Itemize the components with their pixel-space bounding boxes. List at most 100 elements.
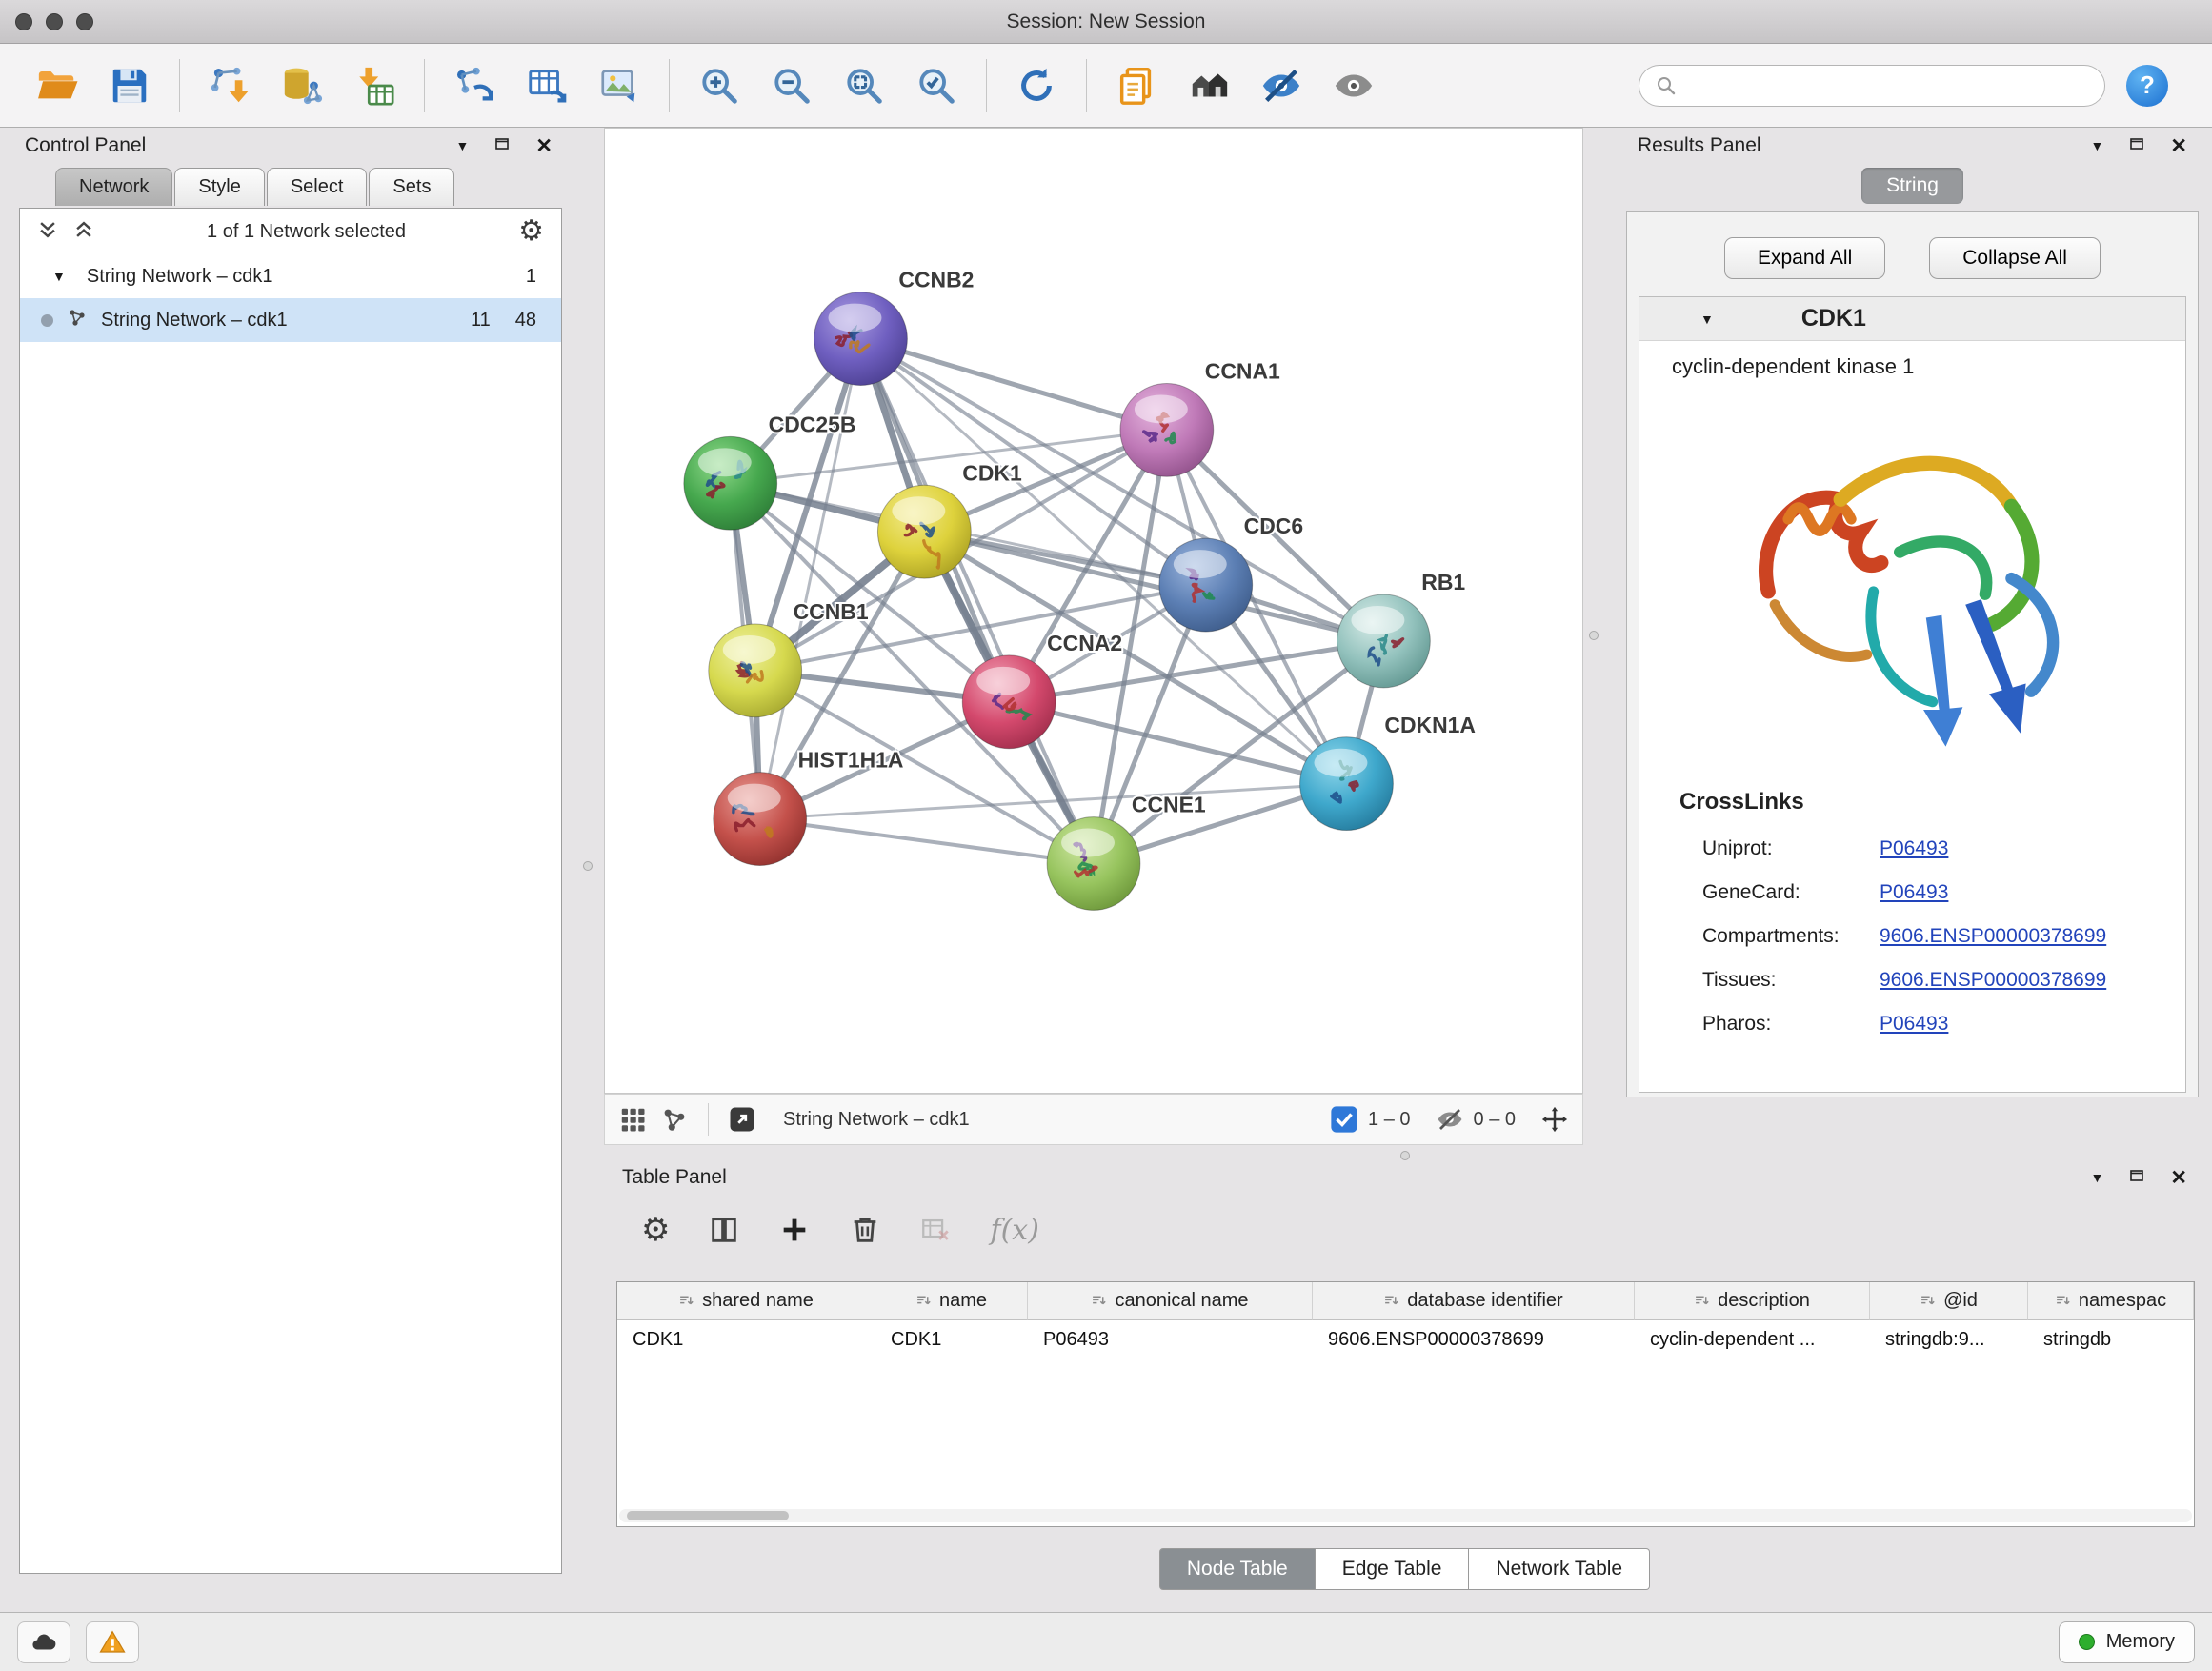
pan-crosshair-icon[interactable] bbox=[1540, 1105, 1569, 1134]
collapse-panel-icon[interactable]: ▼ bbox=[2091, 1170, 2104, 1185]
network-row-selected[interactable]: String Network – cdk1 11 48 bbox=[20, 298, 561, 342]
network-options-gear-icon[interactable]: ⚙ bbox=[518, 217, 544, 246]
collapse-all-networks-icon[interactable] bbox=[73, 219, 94, 245]
tab-edge-table[interactable]: Edge Table bbox=[1316, 1548, 1470, 1590]
open-session-button[interactable] bbox=[26, 54, 89, 117]
column-header[interactable]: shared name bbox=[617, 1282, 875, 1320]
float-panel-icon[interactable] bbox=[493, 134, 511, 157]
table-cell[interactable]: 9606.ENSP00000378699 bbox=[1313, 1320, 1635, 1359]
show-columns-icon[interactable] bbox=[708, 1214, 740, 1246]
table-cell[interactable]: cyclin-dependent ... bbox=[1635, 1320, 1870, 1359]
zoom-selected-button[interactable] bbox=[905, 54, 968, 117]
toolbar-separator bbox=[669, 59, 670, 112]
network-node-CDK1[interactable]: CDK1 bbox=[877, 460, 1022, 578]
crosslink-value-link[interactable]: 9606.ENSP00000378699 bbox=[1880, 925, 2106, 948]
zoom-window-button[interactable] bbox=[76, 13, 93, 30]
collapse-panel-icon[interactable]: ▼ bbox=[2091, 138, 2104, 153]
hide-selected-button[interactable] bbox=[1250, 54, 1313, 117]
import-table-button[interactable] bbox=[343, 54, 406, 117]
table-options-gear-icon[interactable]: ⚙ bbox=[641, 1214, 670, 1246]
crosslink-value-link[interactable]: 9606.ENSP00000378699 bbox=[1880, 969, 2106, 992]
tab-network[interactable]: Network bbox=[55, 168, 172, 206]
float-panel-icon[interactable] bbox=[2128, 134, 2145, 157]
tab-string[interactable]: String bbox=[1861, 168, 1963, 204]
memory-button[interactable]: Memory bbox=[2059, 1621, 2195, 1663]
column-header[interactable]: namespac bbox=[2028, 1282, 2194, 1320]
table-cell[interactable]: CDK1 bbox=[617, 1320, 875, 1359]
zoom-out-button[interactable] bbox=[760, 54, 823, 117]
table-cell[interactable]: CDK1 bbox=[875, 1320, 1028, 1359]
expand-all-networks-icon[interactable] bbox=[37, 219, 58, 245]
tree-expander-icon[interactable]: ▼ bbox=[52, 269, 66, 284]
network-edge[interactable] bbox=[860, 339, 1094, 864]
save-session-button[interactable] bbox=[98, 54, 161, 117]
selection-checkbox-icon[interactable] bbox=[1330, 1105, 1358, 1134]
add-column-icon[interactable] bbox=[778, 1214, 811, 1246]
network-node-CDC6[interactable]: CDC6 bbox=[1159, 513, 1303, 632]
splitter-handle[interactable] bbox=[1400, 1151, 1410, 1160]
hidden-eye-slash-icon[interactable] bbox=[1436, 1105, 1464, 1134]
network-node-HIST1H1A[interactable]: HIST1H1A bbox=[714, 748, 904, 866]
cloud-status-button[interactable] bbox=[17, 1621, 70, 1663]
network-collection-row[interactable]: ▼ String Network – cdk1 1 bbox=[20, 254, 561, 298]
column-header[interactable]: @id bbox=[1870, 1282, 2028, 1320]
network-edge[interactable] bbox=[860, 339, 1166, 431]
network-node-CCNB1[interactable]: CCNB1 bbox=[709, 599, 869, 717]
close-panel-icon[interactable]: ✕ bbox=[535, 134, 553, 158]
column-header[interactable]: database identifier bbox=[1313, 1282, 1635, 1320]
network-node-CDKN1A[interactable]: CDKN1A bbox=[1300, 713, 1476, 831]
tab-node-table[interactable]: Node Table bbox=[1159, 1548, 1316, 1590]
crosslink-value-link[interactable]: P06493 bbox=[1880, 881, 1948, 904]
column-header[interactable]: canonical name bbox=[1028, 1282, 1313, 1320]
column-header[interactable]: name bbox=[875, 1282, 1028, 1320]
crosslink-value-link[interactable]: P06493 bbox=[1880, 837, 1948, 860]
crosslink-value-link[interactable]: P06493 bbox=[1880, 1013, 1948, 1036]
import-network-file-button[interactable] bbox=[198, 54, 261, 117]
tab-network-table[interactable]: Network Table bbox=[1469, 1548, 1650, 1590]
export-image-button[interactable] bbox=[588, 54, 651, 117]
zoom-fit-button[interactable] bbox=[833, 54, 895, 117]
export-view-icon[interactable] bbox=[728, 1105, 756, 1134]
close-panel-icon[interactable]: ✕ bbox=[2170, 134, 2187, 158]
collapse-panel-icon[interactable]: ▼ bbox=[456, 138, 470, 153]
minimize-window-button[interactable] bbox=[46, 13, 63, 30]
expand-all-button[interactable]: Expand All bbox=[1724, 237, 1885, 279]
network-node-RB1[interactable]: RB1 bbox=[1337, 570, 1465, 688]
table-cell[interactable]: stringdb:9... bbox=[1870, 1320, 2028, 1359]
table-row[interactable]: CDK1CDK1P064939606.ENSP00000378699cyclin… bbox=[617, 1320, 2194, 1359]
tab-sets[interactable]: Sets bbox=[369, 168, 454, 206]
new-table-button[interactable] bbox=[515, 54, 578, 117]
help-button[interactable]: ? bbox=[2126, 65, 2168, 107]
delete-column-icon[interactable] bbox=[849, 1214, 881, 1246]
clone-network-button[interactable] bbox=[443, 54, 506, 117]
gene-expander-icon[interactable]: ▼ bbox=[1700, 312, 1714, 327]
network-overview-icon[interactable] bbox=[660, 1105, 689, 1134]
copy-document-button[interactable] bbox=[1105, 54, 1168, 117]
search-input[interactable] bbox=[1687, 74, 2089, 96]
column-header[interactable]: description bbox=[1635, 1282, 1870, 1320]
close-window-button[interactable] bbox=[15, 13, 32, 30]
float-panel-icon[interactable] bbox=[2128, 1166, 2145, 1189]
collapse-all-button[interactable]: Collapse All bbox=[1929, 237, 2101, 279]
first-neighbors-button[interactable] bbox=[1177, 54, 1240, 117]
scrollbar-thumb[interactable] bbox=[627, 1511, 789, 1520]
table-cell[interactable]: P06493 bbox=[1028, 1320, 1313, 1359]
gene-header[interactable]: ▼ CDK1 bbox=[1639, 297, 2185, 341]
network-edge[interactable] bbox=[760, 819, 1094, 864]
grid-view-icon[interactable] bbox=[618, 1105, 647, 1134]
network-node-CCNA1[interactable]: CCNA1 bbox=[1120, 358, 1280, 476]
apply-layout-button[interactable] bbox=[1005, 54, 1068, 117]
function-builder-icon[interactable]: f(x) bbox=[990, 1214, 1038, 1247]
warnings-button[interactable] bbox=[86, 1621, 139, 1663]
close-panel-icon[interactable]: ✕ bbox=[2170, 1166, 2187, 1190]
import-network-database-button[interactable] bbox=[271, 54, 333, 117]
show-all-button[interactable] bbox=[1322, 54, 1385, 117]
table-cell[interactable]: stringdb bbox=[2028, 1320, 2194, 1359]
splitter-handle[interactable] bbox=[1589, 631, 1599, 640]
splitter-handle[interactable] bbox=[583, 861, 593, 871]
tab-select[interactable]: Select bbox=[267, 168, 368, 206]
network-canvas[interactable]: CCNB2CCNA1CDC25BCDK1CDC6RB1CCNB1CCNA2CDK… bbox=[604, 128, 1583, 1094]
zoom-in-button[interactable] bbox=[688, 54, 751, 117]
table-hscrollbar[interactable] bbox=[619, 1509, 2192, 1522]
tab-style[interactable]: Style bbox=[174, 168, 264, 206]
